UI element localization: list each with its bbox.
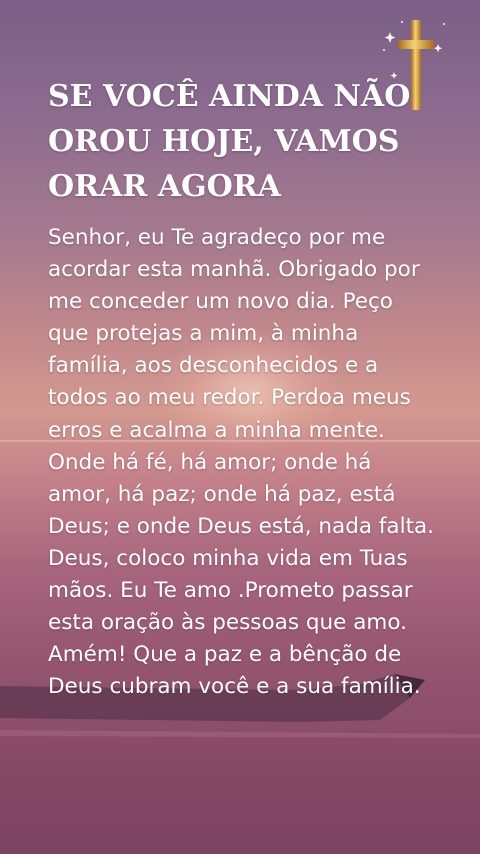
prayer-text: Senhor, eu Te agradeço por me acordar es… bbox=[48, 225, 435, 700]
page-title: SE VOCÊ AINDA NÃO OROU HOJE, VAMOS ORAR … bbox=[48, 79, 411, 204]
